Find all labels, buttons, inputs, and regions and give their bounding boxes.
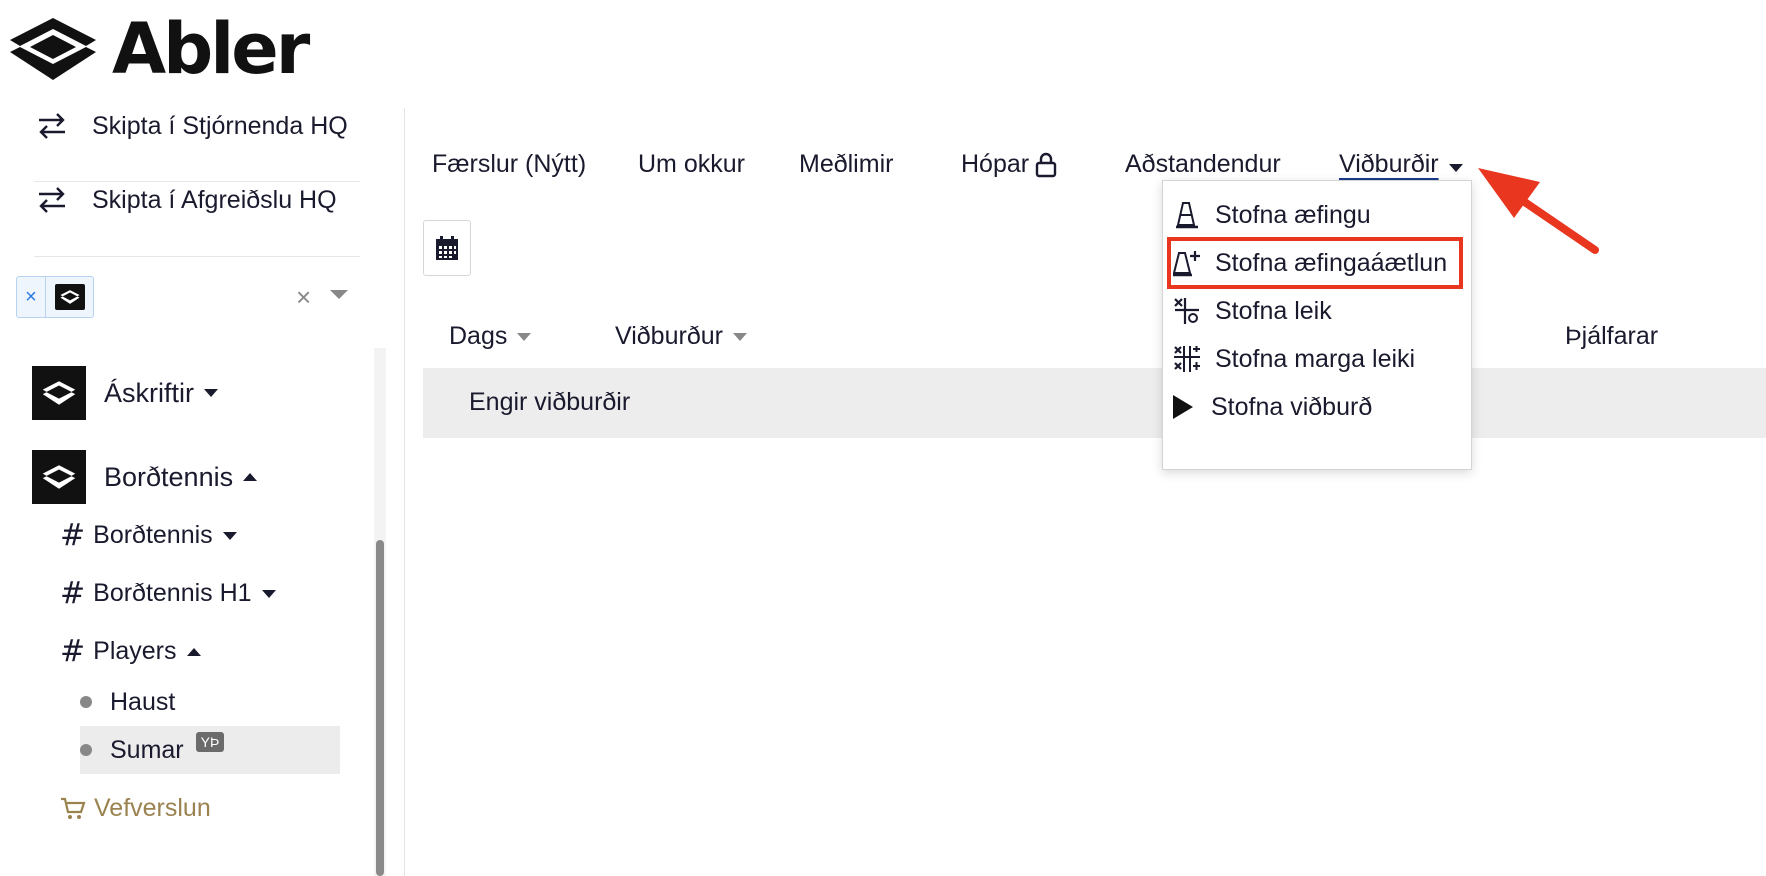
status-badge: YÞ [195, 732, 225, 752]
chevron-down-icon[interactable] [330, 290, 348, 299]
group-askriftir[interactable]: Áskriftir [32, 366, 218, 420]
leaf-sumar[interactable]: Sumar YÞ [80, 726, 340, 774]
webshop-label: Vefverslun [94, 794, 211, 822]
switch-label: Skipta í Stjórnenda HQ [92, 111, 348, 140]
sidebar: Skipta í Stjórnenda HQ Skipta í Afgreiðs… [0, 108, 404, 876]
menu-item-label: Stofna leik [1215, 296, 1332, 325]
chevron-down-icon [1448, 163, 1463, 172]
cone-plus-icon [1169, 245, 1205, 281]
switch-to-admin-hq[interactable]: Skipta í Stjórnenda HQ [34, 106, 348, 146]
chevron-up-icon [186, 647, 201, 656]
subgroup-bordtennis-h1[interactable]: # Borðtennis H1 [60, 576, 276, 611]
annotation-arrow-icon [1478, 168, 1599, 254]
sidebar-scroll-thumb[interactable] [376, 540, 384, 876]
table-header: Dags Viðburður Þjálfarar [423, 314, 1766, 364]
organization-logo-icon [55, 284, 85, 310]
tab-adstandendur[interactable]: Aðstandendur [1125, 150, 1281, 179]
menu-item-label: Stofna æfingaáætlun [1215, 248, 1448, 277]
hash-icon: # [60, 634, 86, 669]
column-header-thjalfarar: Þjálfarar [1565, 322, 1658, 351]
group-label: Borðtennis [104, 461, 234, 492]
menu-item-create-practice-plan[interactable]: Stofna æfingaáætlun [1167, 237, 1463, 289]
remove-tag-icon[interactable]: × [17, 277, 46, 317]
tab-hopar[interactable]: Hópar [961, 150, 1057, 179]
abler-logo[interactable]: Abler [8, 8, 310, 90]
group-logo-icon [32, 366, 86, 420]
group-logo-icon [32, 450, 86, 504]
tab-faerslur[interactable]: Færslur (Nýtt) [432, 150, 586, 179]
switch-label: Skipta í Afgreiðslu HQ [92, 185, 337, 214]
column-label: Viðburður [615, 322, 723, 350]
column-header-dags[interactable]: Dags [449, 322, 532, 351]
chevron-up-icon [243, 473, 258, 481]
tab-medlimir[interactable]: Meðlimir [799, 150, 893, 179]
sort-icon [732, 332, 747, 341]
menu-item-create-many-games[interactable]: Stofna marga leiki [1169, 335, 1461, 383]
group-bordtennis[interactable]: Borðtennis [32, 450, 258, 504]
bullet-icon [80, 696, 92, 708]
shopping-cart-icon [60, 796, 86, 822]
subgroup-label: Players [93, 637, 177, 665]
versus-icon [1169, 293, 1205, 329]
multi-versus-icon [1169, 341, 1205, 377]
divider [34, 256, 360, 257]
organization-select[interactable]: × × [16, 276, 350, 320]
table-empty-row: Engir viðburðir [423, 368, 1766, 438]
cone-icon [1169, 197, 1205, 233]
logo-wordmark: Abler [112, 8, 310, 90]
menu-item-label: Stofna viðburð [1211, 392, 1373, 421]
tab-label: Hópar [961, 150, 1030, 178]
selected-tag-chip: × [16, 276, 94, 318]
hash-icon: # [60, 518, 86, 553]
menu-item-label: Stofna æfingu [1215, 200, 1371, 229]
column-label: Þjálfarar [1565, 322, 1659, 350]
hash-icon: # [60, 576, 86, 611]
events-dropdown-menu: Stofna æfingu Stofna æfingaáætlun Stofna… [1162, 180, 1472, 470]
chevron-down-icon [204, 389, 218, 397]
leaf-haust[interactable]: Haust [80, 678, 340, 726]
leaf-label: Haust [110, 687, 176, 716]
subgroup-label: Borðtennis H1 [93, 579, 252, 607]
app-header: Abler [0, 0, 1766, 109]
menu-item-label: Stofna marga leiki [1215, 344, 1416, 373]
tab-vidburdir[interactable]: Viðburðir [1339, 150, 1463, 179]
subgroup-players[interactable]: # Players [60, 634, 201, 669]
tab-label: Viðburðir [1339, 150, 1439, 178]
tab-label: Aðstandendur [1125, 150, 1281, 178]
column-header-vidburdur[interactable]: Viðburður [615, 322, 747, 351]
switch-to-reception-hq[interactable]: Skipta í Afgreiðslu HQ [34, 180, 337, 220]
calendar-icon [435, 235, 459, 261]
menu-item-create-event[interactable]: Stofna viðburð [1169, 383, 1461, 431]
swap-arrows-icon [34, 111, 70, 141]
empty-message: Engir viðburðir [469, 388, 631, 416]
chevron-down-icon [261, 589, 276, 598]
sort-icon [517, 332, 532, 341]
lock-icon [1035, 152, 1057, 178]
subgroup-bordtennis[interactable]: # Borðtennis [60, 518, 237, 553]
subgroup-label: Borðtennis [93, 521, 213, 549]
chevron-down-icon [222, 531, 237, 540]
abler-logo-mark-icon [10, 18, 96, 80]
swap-arrows-icon [34, 185, 70, 215]
column-label: Dags [449, 322, 508, 350]
group-label: Áskriftir [104, 377, 194, 408]
calendar-button[interactable] [423, 220, 471, 276]
tab-um-okkur[interactable]: Um okkur [638, 150, 745, 179]
play-icon [1169, 389, 1197, 425]
tab-label: Um okkur [638, 150, 745, 178]
leaf-label: Sumar [110, 735, 184, 764]
webshop-link[interactable]: Vefverslun [60, 794, 211, 823]
menu-item-create-practice[interactable]: Stofna æfingu [1169, 191, 1461, 239]
bullet-icon [80, 744, 92, 756]
tab-label: Færslur (Nýtt) [432, 150, 587, 178]
clear-selection-icon[interactable]: × [296, 284, 311, 310]
tab-label: Meðlimir [799, 150, 894, 178]
menu-item-create-game[interactable]: Stofna leik [1169, 287, 1461, 335]
